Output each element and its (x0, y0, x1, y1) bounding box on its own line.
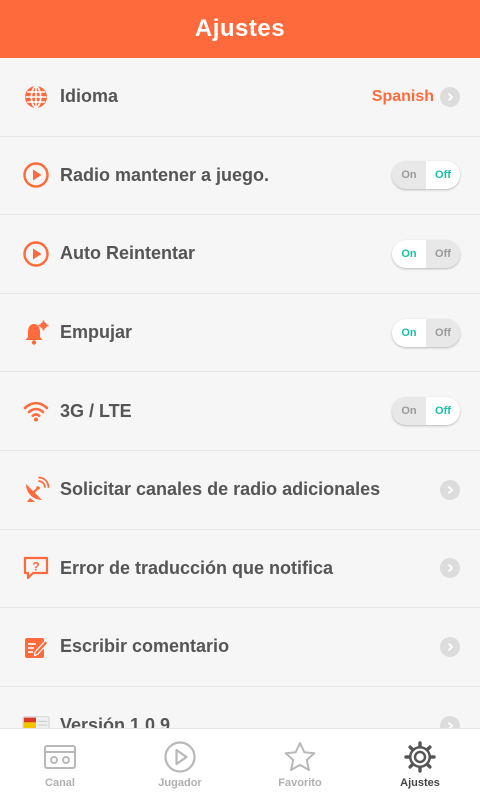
chevron-right-icon (440, 558, 460, 579)
toggle-off-option[interactable]: Off (426, 161, 460, 190)
gear-icon (403, 740, 437, 774)
setting-push: Empujar On Off (0, 294, 480, 373)
tab-jugador-label: Jugador (158, 777, 202, 789)
bottom-tab-bar: Canal Jugador Favorito Ajustes (0, 728, 480, 800)
globe-icon (22, 83, 50, 111)
tab-canal-label: Canal (45, 777, 75, 789)
tab-jugador[interactable]: Jugador (120, 729, 240, 800)
play-circle-icon (22, 240, 50, 268)
setting-write-comment[interactable]: Escribir comentario (0, 608, 480, 687)
play-circle-icon (163, 740, 197, 774)
chevron-right-icon (440, 715, 460, 728)
toggle-on-option[interactable]: On (392, 318, 426, 347)
toggle-on-option[interactable]: On (392, 397, 426, 425)
satellite-dish-icon (22, 476, 50, 504)
svg-text:?: ? (32, 560, 39, 574)
setting-auto-retry: Auto Reintentar On Off (0, 215, 480, 294)
radio-keep-playing-toggle[interactable]: On Off (392, 161, 460, 190)
setting-version[interactable]: Versión 1.0.9 (0, 687, 480, 728)
report-translation-label: Error de traducción que notifica (60, 557, 334, 578)
toggle-on-option[interactable]: On (392, 161, 426, 189)
language-label: Idioma (60, 86, 119, 107)
version-label: Versión 1.0.9 (60, 715, 171, 728)
mobile-data-toggle[interactable]: On Off (392, 397, 460, 426)
tab-ajustes[interactable]: Ajustes (360, 729, 480, 800)
tab-canal[interactable]: Canal (0, 729, 120, 800)
settings-list: Idioma Spanish Radio mantener a juego. O… (0, 58, 480, 728)
toggle-off-option[interactable]: Off (426, 319, 460, 347)
chevron-right-icon (440, 636, 460, 657)
wifi-icon (22, 397, 50, 425)
request-channels-label: Solicitar canales de radio adicionales (60, 479, 381, 500)
toggle-on-option[interactable]: On (392, 239, 426, 268)
push-label: Empujar (60, 322, 133, 343)
bell-gear-icon (22, 319, 50, 347)
question-bubble-icon: ? (22, 554, 50, 582)
tab-ajustes-label: Ajustes (400, 777, 440, 789)
write-comment-label: Escribir comentario (60, 636, 230, 657)
app-header: Ajustes (0, 0, 480, 58)
auto-retry-label: Auto Reintentar (60, 243, 195, 264)
play-circle-icon (22, 161, 50, 189)
page-title: Ajustes (194, 15, 286, 42)
toggle-off-option[interactable]: Off (426, 240, 460, 268)
radio-keep-playing-label: Radio mantener a juego. (60, 164, 270, 185)
chevron-right-icon (440, 86, 460, 107)
edit-note-icon (22, 633, 50, 661)
spain-flag-icon (22, 712, 50, 728)
setting-mobile-data: 3G / LTE On Off (0, 372, 480, 451)
mobile-data-label: 3G / LTE (60, 400, 132, 421)
setting-radio-keep-playing: Radio mantener a juego. On Off (0, 137, 480, 216)
push-toggle[interactable]: On Off (392, 318, 460, 347)
setting-language[interactable]: Idioma Spanish (0, 58, 480, 137)
star-icon (283, 740, 317, 774)
language-value: Spanish (371, 87, 434, 105)
toggle-off-option[interactable]: Off (426, 397, 460, 426)
setting-request-channels[interactable]: Solicitar canales de radio adicionales (0, 451, 480, 530)
radio-icon (43, 740, 77, 774)
tab-favorito-label: Favorito (278, 777, 322, 789)
chevron-right-icon (440, 479, 460, 500)
setting-report-translation[interactable]: ? Error de traducción que notifica (0, 530, 480, 609)
tab-favorito[interactable]: Favorito (240, 729, 360, 800)
auto-retry-toggle[interactable]: On Off (392, 239, 460, 268)
